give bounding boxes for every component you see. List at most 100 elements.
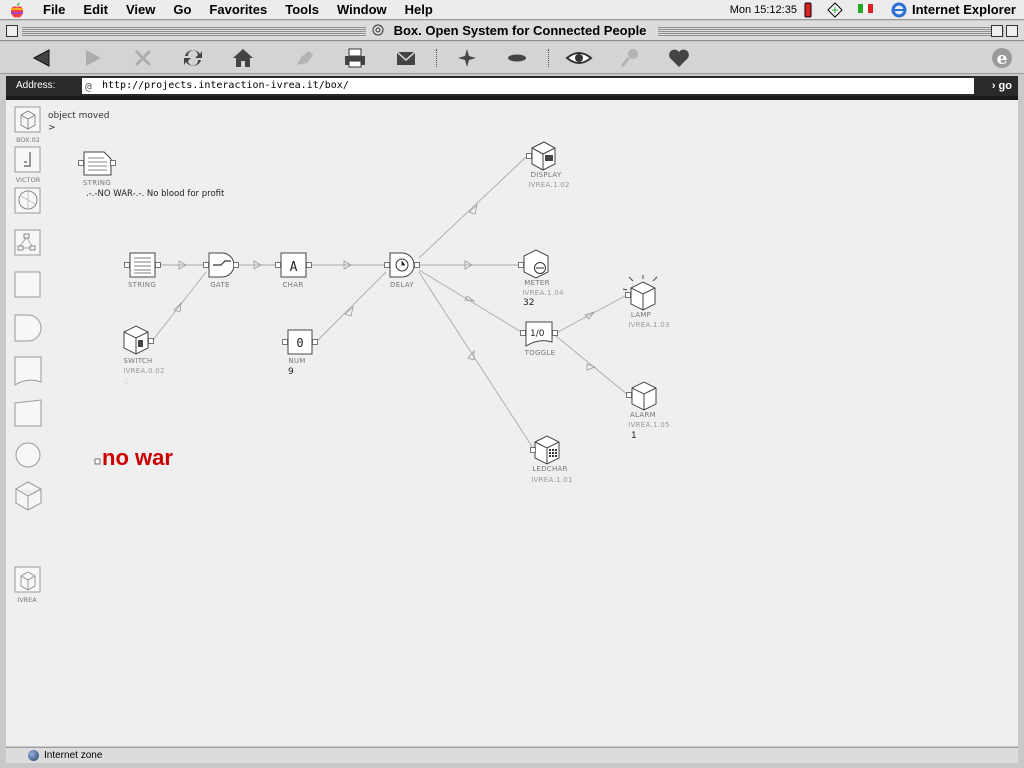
node-label: LEDCHAR (532, 465, 568, 473)
window-title-text: Box. Open System for Connected People (365, 23, 659, 38)
favorites-button[interactable] (664, 46, 694, 70)
collapse-box-icon[interactable] (1006, 25, 1018, 37)
connection-line[interactable] (152, 271, 207, 341)
address-url: http://projects.interaction-ivrea.it/box… (102, 80, 349, 91)
node-lamp[interactable]: LAMP IVREA.1.03 (622, 275, 670, 329)
mail-button[interactable] (391, 46, 421, 70)
node-char[interactable]: A CHAR (275, 252, 312, 289)
connection-line[interactable] (418, 269, 524, 334)
page-content: BOX.02 VICTOR IVREA object moved > STRIN… (6, 100, 1018, 746)
security-zone: Internet zone (44, 750, 103, 761)
refresh-icon (184, 50, 202, 66)
palette-d-shape-tool[interactable] (14, 314, 42, 342)
node-value: 1 (631, 431, 637, 441)
connections (152, 155, 629, 449)
window-title-container: Box. Open System for Connected People (0, 21, 1024, 41)
menu-favorites[interactable]: Favorites (200, 0, 276, 20)
window-title-bar[interactable]: Box. Open System for Connected People (0, 21, 1024, 41)
larger-text-button[interactable] (452, 46, 482, 70)
menu-file[interactable]: File (34, 0, 74, 20)
back-icon (32, 49, 50, 67)
node-label: ALARM (630, 411, 656, 419)
menu-edit[interactable]: Edit (74, 0, 117, 20)
node-switch[interactable]: SWITCH IVREA.0.02 0 (123, 325, 165, 386)
node-sublabel: IVREA.1.03 (628, 321, 670, 329)
toolbar-separator (436, 49, 437, 67)
menu-view[interactable]: View (117, 0, 164, 20)
node-ledchar[interactable]: LEDCHAR IVREA.1.01 (530, 435, 573, 484)
palette-sphere-tool[interactable] (14, 187, 41, 214)
network-icon[interactable] (827, 1, 843, 18)
connection-line[interactable] (555, 294, 628, 334)
node-value: .-.-NO WAR-.-. No blood for profit (86, 189, 225, 199)
mail-icon (396, 51, 416, 65)
refresh-button[interactable] (178, 46, 208, 70)
palette-box-tool[interactable]: BOX.02 (14, 106, 41, 144)
apple-menu-icon[interactable] (0, 0, 34, 20)
node-toggle[interactable]: 1/0 TOGGLE (520, 321, 558, 357)
palette-square-tool[interactable] (14, 271, 41, 298)
connection-line[interactable] (418, 271, 534, 449)
menu-bar: File Edit View Go Favorites Tools Window… (0, 0, 1024, 20)
at-icon: @ (85, 80, 92, 93)
palette-victor-label: VICTOR (16, 176, 41, 184)
char-glyph: A (290, 260, 298, 275)
node-display[interactable]: DISPLAY IVREA.1.02 (526, 141, 570, 189)
address-label: Address: (16, 80, 56, 91)
node-alarm[interactable]: ALARM IVREA.1.05 1 (626, 381, 670, 441)
num-glyph: 0 (296, 336, 303, 350)
text-object-handle[interactable] (94, 458, 101, 465)
palette-victor-tool[interactable]: VICTOR (14, 146, 41, 184)
node-gate[interactable]: GATE (203, 252, 239, 289)
palette-ivrea-tool[interactable]: IVREA (14, 566, 41, 604)
node-label: CHAR (282, 281, 303, 289)
box-canvas[interactable]: BOX.02 VICTOR IVREA object moved > STRIN… (6, 100, 1018, 746)
node-string[interactable]: STRING (124, 252, 161, 289)
menu-window[interactable]: Window (328, 0, 396, 20)
palette-network-tool[interactable] (14, 229, 41, 256)
menu-tools[interactable]: Tools (276, 0, 328, 20)
node-string-top[interactable]: STRING .-.-NO WAR-.-. No blood for profi… (78, 151, 226, 199)
node-num[interactable]: 0 NUM 9 (282, 329, 318, 377)
node-label: STRING (128, 281, 156, 289)
autofill-button[interactable] (290, 46, 320, 70)
palette-cube-tool[interactable] (15, 481, 42, 511)
application-menu[interactable]: Internet Explorer (885, 2, 1024, 18)
node-value: 9 (288, 367, 294, 377)
menu-help[interactable]: Help (396, 0, 442, 20)
node-label: LAMP (631, 311, 651, 319)
forward-button[interactable] (78, 46, 108, 70)
no-war-text-object[interactable]: no war (94, 445, 173, 470)
menubar-clock[interactable]: Mon 15:12:35 (730, 4, 797, 16)
address-field[interactable]: @ http://projects.interaction-ivrea.it/b… (82, 78, 974, 94)
preview-button[interactable] (564, 46, 594, 70)
connection-line[interactable] (418, 155, 528, 259)
node-label: DISPLAY (531, 171, 562, 179)
palette-circle-tool[interactable] (15, 442, 41, 468)
node-delay[interactable]: DELAY (384, 252, 420, 289)
node-label: NUM (288, 357, 305, 365)
back-button[interactable] (27, 46, 57, 70)
connection-line[interactable] (315, 271, 387, 343)
language-flag-icon[interactable] (857, 2, 875, 18)
go-button[interactable]: › go (992, 76, 1012, 96)
ie-logo-icon: e (992, 48, 1012, 69)
home-icon (233, 49, 253, 67)
print-button[interactable] (340, 46, 370, 70)
palette-document-shape-tool[interactable] (14, 356, 42, 386)
palette-card-shape-tool[interactable] (14, 399, 42, 427)
address-bar: Address: @ http://projects.interaction-i… (6, 76, 1018, 96)
zoom-box-icon[interactable] (991, 25, 1003, 37)
node-meter[interactable]: METER IVREA.1.04 32 (518, 249, 565, 308)
ie-throbber[interactable]: e (987, 46, 1017, 70)
stop-icon (134, 49, 152, 67)
command-prompt[interactable]: > (48, 123, 56, 133)
home-button[interactable] (228, 46, 258, 70)
smaller-text-button[interactable] (502, 46, 532, 70)
stop-button[interactable] (128, 46, 158, 70)
menu-go[interactable]: Go (164, 0, 200, 20)
battery-icon (804, 2, 812, 17)
globe-icon (28, 750, 39, 761)
palette: BOX.02 VICTOR IVREA (14, 106, 42, 604)
search-button[interactable] (615, 46, 645, 70)
